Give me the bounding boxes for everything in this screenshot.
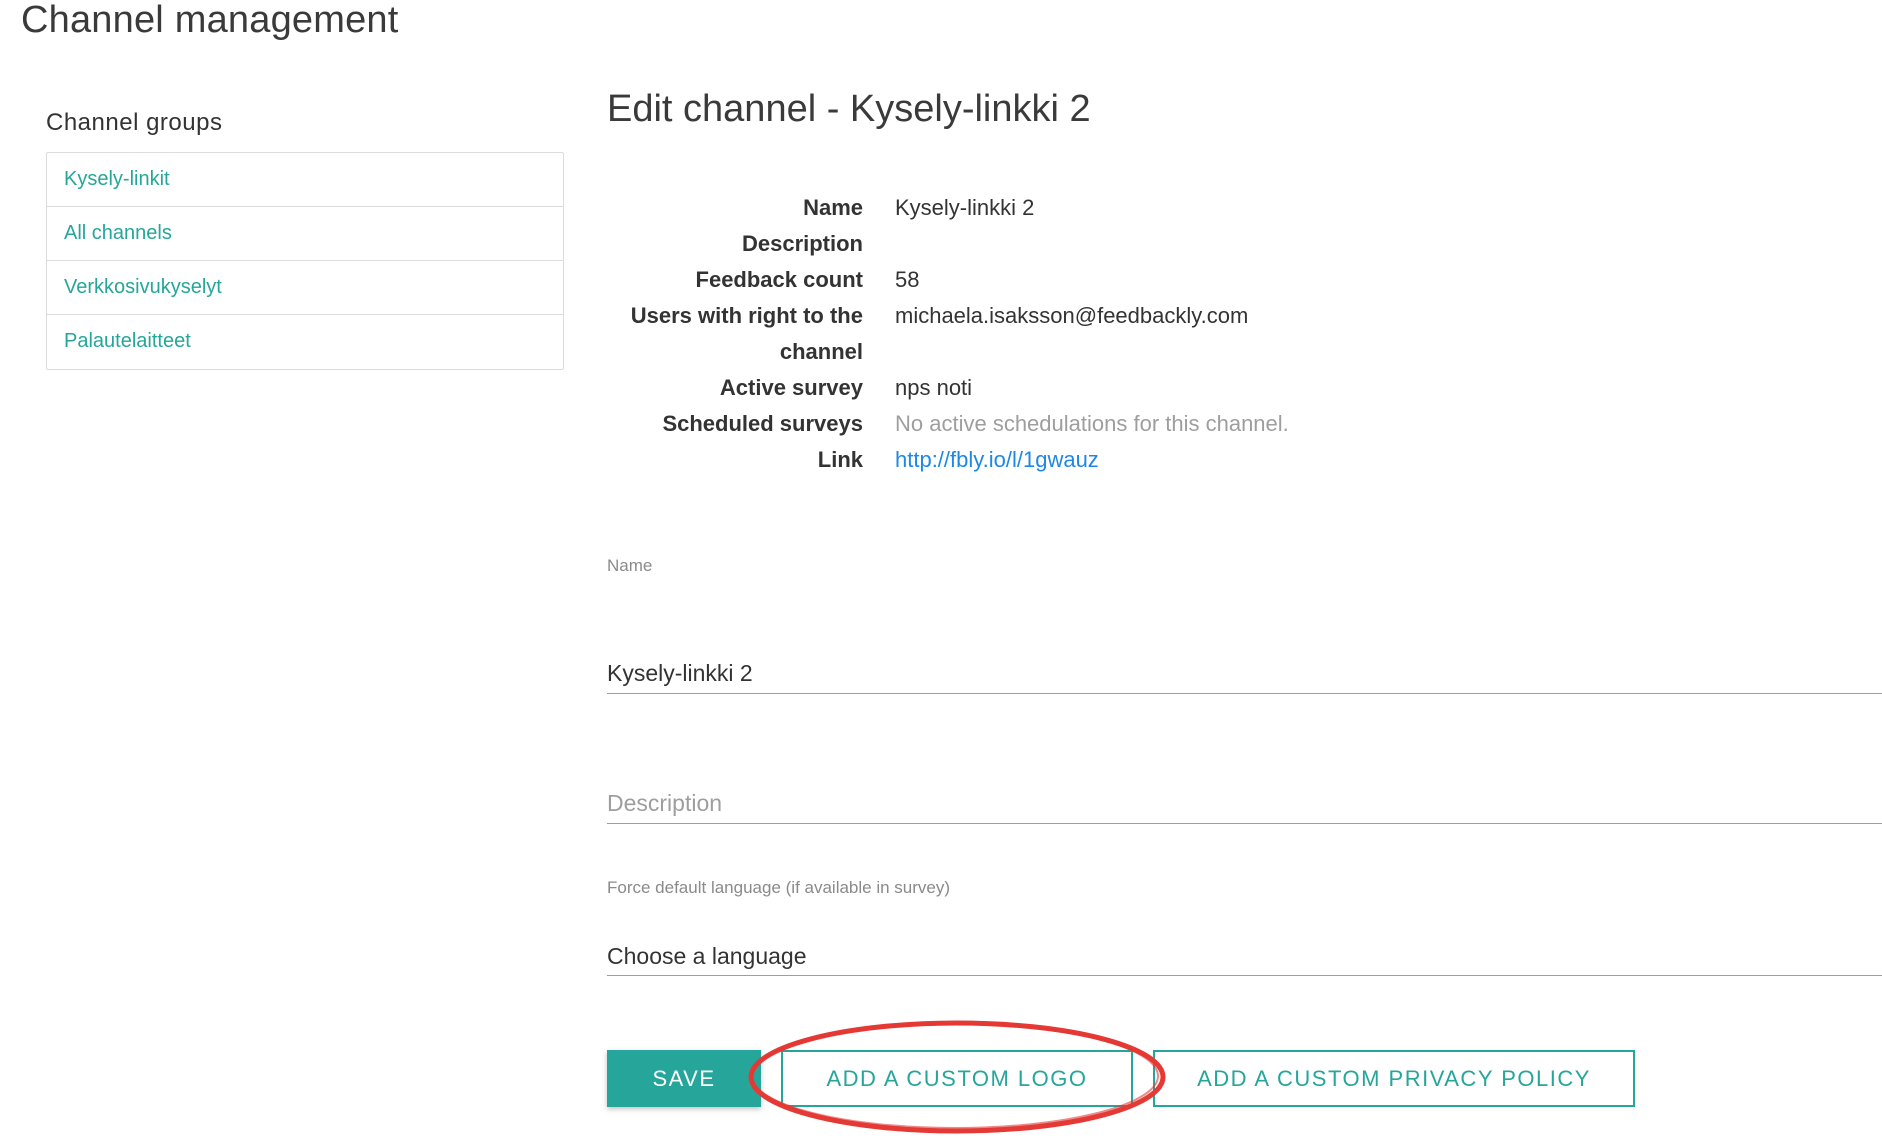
- add-custom-logo-button[interactable]: ADD A CUSTOM LOGO: [781, 1050, 1133, 1107]
- detail-row-description: Description: [607, 226, 1507, 262]
- detail-value: [863, 226, 895, 262]
- action-buttons: SAVE ADD A CUSTOM LOGO ADD A CUSTOM PRIV…: [607, 1050, 1635, 1107]
- detail-row-name: Name Kysely-linkki 2: [607, 190, 1507, 226]
- add-custom-privacy-policy-button[interactable]: ADD A CUSTOM PRIVACY POLICY: [1153, 1050, 1635, 1107]
- detail-value: nps noti: [895, 375, 973, 400]
- detail-value: Kysely-linkki 2: [895, 195, 1035, 220]
- sidebar-item-verkkosivukyselyt[interactable]: Verkkosivukyselyt: [47, 261, 563, 315]
- detail-label: Name: [803, 195, 863, 220]
- page-title: Channel management: [21, 0, 399, 41]
- detail-label: Feedback count: [695, 267, 863, 292]
- detail-label: Active survey: [719, 375, 863, 400]
- channel-details: Name Kysely-linkki 2 Description Feedbac…: [607, 190, 1507, 478]
- edit-channel-title: Edit channel - Kysely-linkki 2: [607, 88, 1091, 130]
- detail-label: Link: [817, 447, 863, 472]
- detail-label: channel: [779, 339, 863, 364]
- language-select[interactable]: Choose a language: [607, 936, 1882, 976]
- detail-row-users: Users with right to the michaela.isaksso…: [607, 298, 1507, 334]
- detail-label: Users with right to the: [630, 303, 863, 328]
- detail-value: [863, 334, 895, 370]
- detail-row-users-cont: channel: [607, 334, 1507, 370]
- edit-channel-panel: Edit channel - Kysely-linkki 2 Name Kyse…: [607, 84, 1882, 1146]
- language-field-label: Force default language (if available in …: [607, 878, 951, 897]
- detail-label: Scheduled surveys: [662, 411, 863, 436]
- detail-row-active-survey: Active survey nps noti: [607, 370, 1507, 406]
- name-input[interactable]: [607, 654, 1882, 694]
- name-field-label: Name: [607, 556, 653, 575]
- detail-row-link: Link http://fbly.io/l/1gwauz: [607, 442, 1507, 478]
- detail-value: 58: [895, 267, 920, 292]
- detail-value: No active schedulations for this channel…: [895, 411, 1289, 436]
- sidebar-item-kysely-linkit[interactable]: Kysely-linkit: [47, 153, 563, 207]
- sidebar-item-all-channels[interactable]: All channels: [47, 207, 563, 261]
- sidebar-item-palautelaitteet[interactable]: Palautelaitteet: [47, 315, 563, 369]
- save-button[interactable]: SAVE: [607, 1050, 761, 1107]
- detail-row-scheduled-surveys: Scheduled surveys No active schedulation…: [607, 406, 1507, 442]
- detail-value: michaela.isaksson@feedbackly.com: [895, 303, 1249, 328]
- detail-row-feedback-count: Feedback count 58: [607, 262, 1507, 298]
- channel-link[interactable]: http://fbly.io/l/1gwauz: [863, 442, 1099, 478]
- detail-label: Description: [741, 231, 863, 256]
- language-select-value: Choose a language: [607, 943, 807, 969]
- description-input[interactable]: [607, 784, 1882, 824]
- sidebar: Channel groups Kysely-linkit All channel…: [46, 108, 564, 370]
- channel-group-list: Kysely-linkit All channels Verkkosivukys…: [46, 152, 564, 370]
- sidebar-title: Channel groups: [46, 109, 223, 136]
